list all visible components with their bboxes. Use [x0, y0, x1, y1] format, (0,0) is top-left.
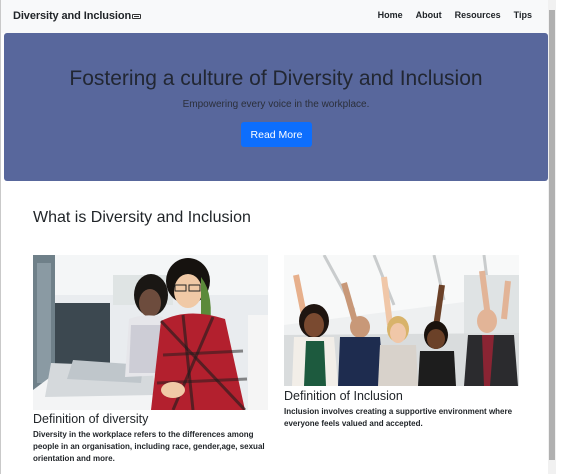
card-diversity: Definition of diversity Diversity in the… — [33, 255, 268, 465]
navbar-brand[interactable]: Diversity and Inclusion — [13, 10, 131, 22]
women-at-laptop-photo — [33, 255, 268, 410]
card-text-inclusion: Inclusion involves creating a supportive… — [284, 407, 513, 428]
nav-link-home[interactable]: Home — [378, 10, 403, 20]
celebrating-team-photo — [284, 255, 519, 386]
hero-subtitle: Empowering every voice in the workplace. — [182, 99, 370, 110]
scrollbar-thumb[interactable] — [549, 10, 555, 460]
nav-links: Home About Resources Tips — [365, 10, 532, 20]
vertical-scrollbar[interactable] — [548, 0, 556, 474]
nav-link-tips[interactable]: Tips — [514, 10, 532, 20]
nav-link-about[interactable]: About — [416, 10, 442, 20]
nav-link-resources[interactable]: Resources — [455, 10, 501, 20]
page-border — [0, 0, 1, 474]
browser-viewport: Diversity and Inclusion Home About Resou… — [0, 0, 583, 474]
section-title: What is Diversity and Inclusion — [33, 209, 251, 226]
card-inclusion: Definition of Inclusion Inclusion involv… — [284, 255, 519, 430]
navbar: Diversity and Inclusion Home About Resou… — [1, 0, 548, 33]
read-more-button[interactable]: Read More — [241, 122, 312, 147]
hero-title: Fostering a culture of Diversity and Inc… — [69, 67, 483, 90]
card-text-diversity: Diversity in the workplace refers to the… — [33, 430, 265, 463]
card-image-inclusion — [284, 255, 519, 386]
hero-banner: Fostering a culture of Diversity and Inc… — [4, 33, 548, 181]
page: Diversity and Inclusion Home About Resou… — [0, 0, 548, 474]
card-title-diversity: Definition of diversity — [33, 412, 149, 426]
card-image-diversity — [33, 255, 268, 410]
card-title-inclusion: Definition of Inclusion — [284, 389, 403, 403]
navbar-toggler-icon[interactable] — [132, 14, 141, 19]
